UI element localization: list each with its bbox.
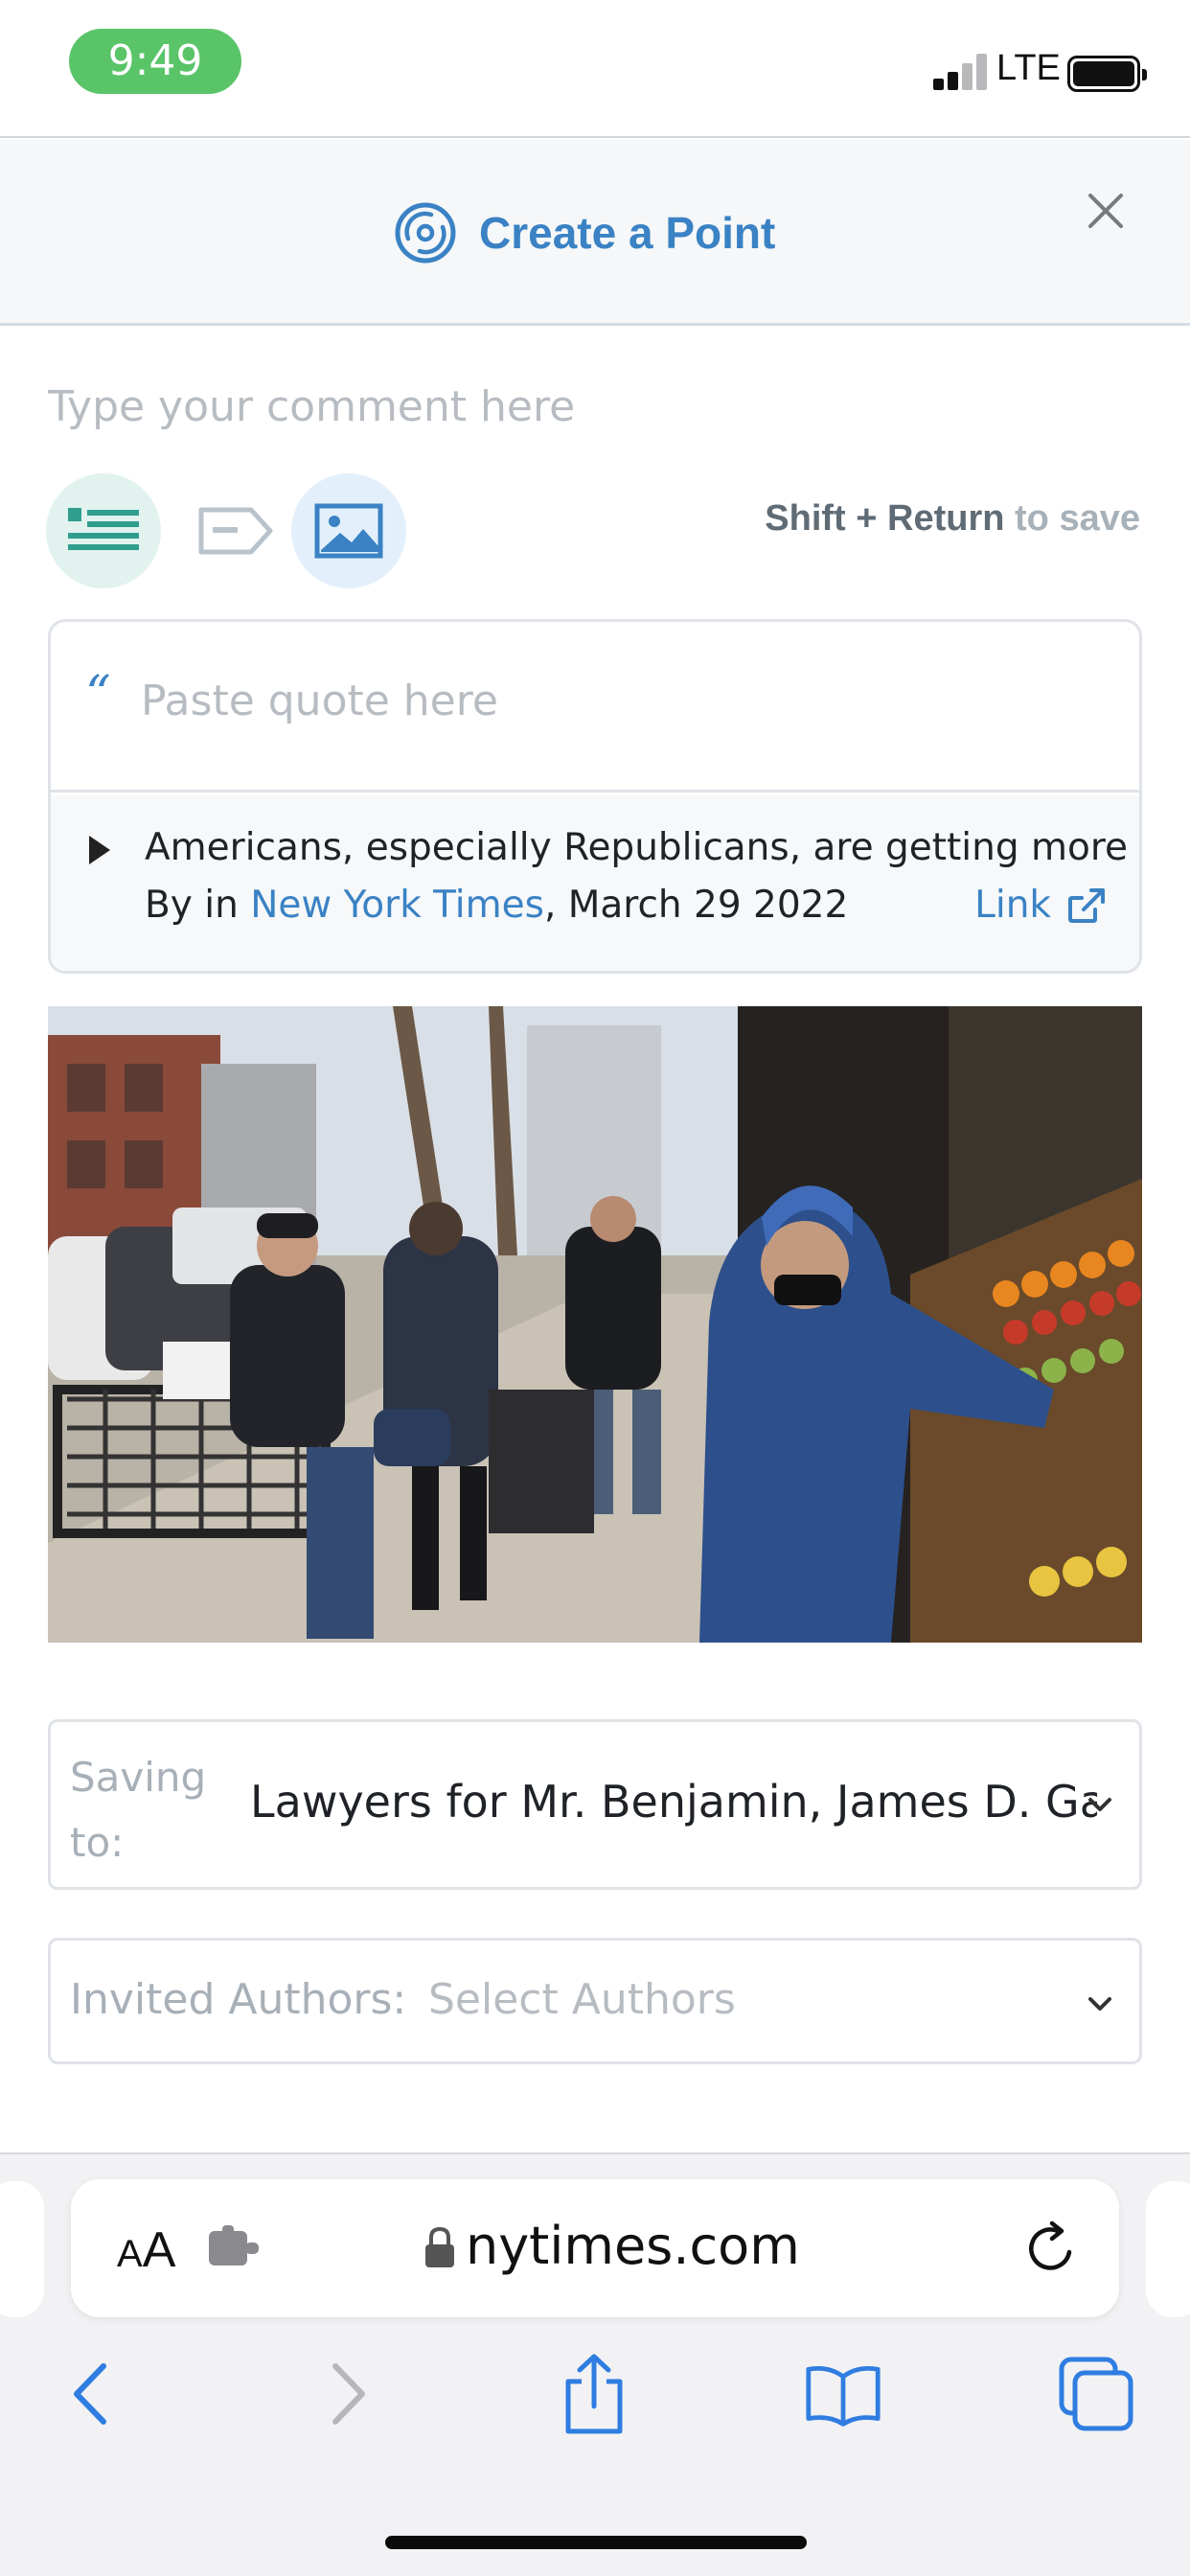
invited-authors-select[interactable]: Invited Authors: Select Authors: [48, 1938, 1142, 2064]
article-photo: [48, 1006, 1142, 1643]
tabs-icon: [1059, 2357, 1133, 2431]
status-time: 9:49: [69, 29, 241, 94]
tag-icon: [198, 507, 273, 555]
signal-icon: [933, 54, 987, 90]
forward-icon: [332, 2363, 365, 2425]
quote-box: “ Americans, especially Republicans, are…: [48, 619, 1142, 974]
modal-header: Create a Point: [0, 140, 1190, 326]
close-icon[interactable]: [1081, 186, 1131, 236]
bookmarks-icon: [806, 2365, 881, 2426]
expand-triangle-icon[interactable]: [89, 836, 110, 864]
next-tab-card[interactable]: [1146, 2181, 1190, 2317]
share-button[interactable]: [556, 2354, 632, 2434]
saving-to-label: Saving to:: [70, 1754, 207, 1866]
invited-authors-label: Invited Authors:: [70, 1975, 407, 2024]
external-link-icon: [1068, 887, 1105, 923]
byline-prefix: By in: [145, 884, 251, 927]
previous-tab-card[interactable]: [0, 2181, 44, 2317]
lock-icon: [425, 2226, 454, 2267]
url-text: nytimes.com: [466, 2216, 800, 2276]
source-date: , March 29 2022: [543, 884, 849, 927]
home-indicator[interactable]: [385, 2536, 807, 2549]
network-type: LTE: [996, 48, 1061, 88]
quote-input-row: “: [51, 622, 1139, 793]
back-icon: [74, 2363, 106, 2425]
text-size-large: A: [142, 2222, 176, 2278]
chevron-down-icon: [1088, 1798, 1111, 1811]
status-bar: 9:49 LTE: [0, 0, 1190, 138]
point-target-icon: [395, 202, 456, 264]
source-publication-link[interactable]: New York Times: [250, 884, 544, 927]
address-bar[interactable]: AA nytimes.com: [71, 2179, 1119, 2317]
source-link[interactable]: Link: [974, 884, 1107, 927]
quote-text-icon: [68, 508, 139, 550]
source-title: Americans, especially Republicans, are g…: [145, 826, 1142, 869]
quote-tool-button[interactable]: [46, 473, 161, 588]
saving-to-select[interactable]: Saving to: Lawyers for Mr. Benjamin, Jam…: [48, 1719, 1142, 1890]
header-title-group: Create a Point: [393, 199, 775, 266]
comment-input[interactable]: [48, 378, 1140, 435]
image-icon: [314, 503, 383, 559]
saving-to-value: Lawyers for Mr. Benjamin, James D. Gatt: [250, 1776, 1097, 1828]
save-hint: Shift + Return to save: [765, 498, 1140, 540]
source-link-label: Link: [974, 884, 1051, 927]
select-authors-placeholder: Select Authors: [428, 1975, 736, 2024]
extension-icon[interactable]: [207, 2225, 263, 2269]
image-tool-button[interactable]: [291, 473, 406, 588]
reload-icon[interactable]: [1023, 2218, 1081, 2279]
chevron-down-icon: [1088, 1997, 1111, 2011]
source-byline: By in New York Times, March 29 2022: [145, 884, 848, 927]
back-button[interactable]: [52, 2356, 128, 2432]
save-hint-text: to save: [1004, 498, 1140, 539]
text-size-button[interactable]: AA: [117, 2221, 175, 2279]
text-size-small: A: [117, 2233, 143, 2275]
bookmarks-button[interactable]: [805, 2356, 881, 2432]
quote-mark-icon: “: [85, 666, 111, 724]
tag-tool-button[interactable]: [178, 473, 293, 588]
source-citation: Americans, especially Republicans, are g…: [51, 795, 1142, 971]
page-title: Create a Point: [479, 208, 776, 258]
quote-input[interactable]: [141, 672, 1099, 729]
forward-button[interactable]: [310, 2356, 387, 2432]
battery-icon: [1067, 56, 1147, 92]
tabs-button[interactable]: [1058, 2356, 1134, 2432]
save-hint-keys: Shift + Return: [765, 498, 1005, 539]
share-icon: [565, 2354, 623, 2434]
